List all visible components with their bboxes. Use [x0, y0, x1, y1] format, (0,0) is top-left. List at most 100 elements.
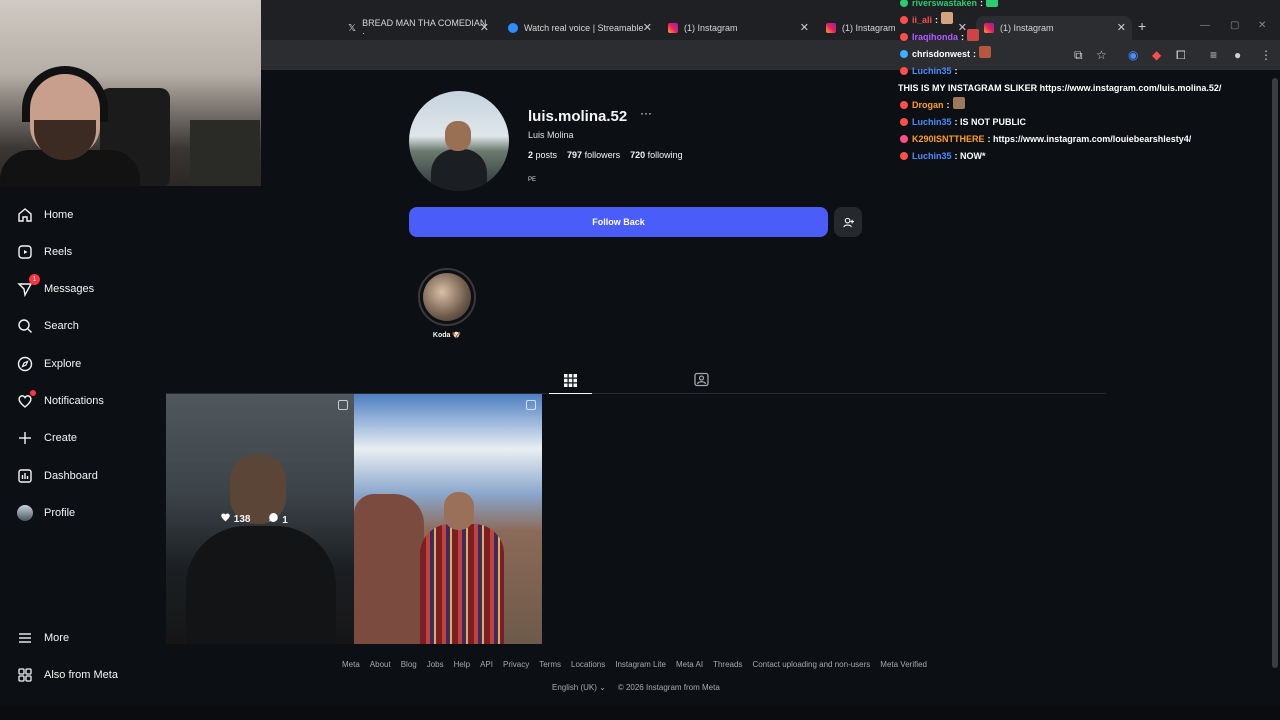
post-tile[interactable]: 138 1 — [166, 394, 354, 644]
posts-stat: 2 posts — [528, 150, 557, 160]
footer-link[interactable]: Contact uploading and non-users — [752, 660, 870, 669]
chat-username: riverswastaken — [912, 0, 978, 8]
chat-message: Iraqihonda: — [898, 29, 1258, 46]
footer-link[interactable]: Jobs — [427, 660, 444, 669]
emote-icon — [979, 46, 992, 58]
highlight-label: Koda 🐶 — [432, 332, 462, 339]
sidebar-item-dashboard[interactable]: Dashboard — [16, 466, 98, 486]
footer-link[interactable]: API — [480, 660, 493, 669]
kebab-menu-icon[interactable]: ⋮ — [1260, 48, 1272, 62]
post-tile[interactable] — [354, 394, 542, 644]
post-type-icon — [338, 400, 348, 410]
browser-tab[interactable]: 𝕏 BREAD MAN THA COMEDIAN · ✕ — [340, 16, 495, 40]
tab-label: BREAD MAN THA COMEDIAN · — [362, 18, 487, 38]
page-scrollbar[interactable] — [1272, 78, 1278, 668]
chat-username: Drogan — [912, 100, 944, 110]
footer-link[interactable]: Blog — [401, 660, 417, 669]
footer-link[interactable]: Help — [454, 660, 470, 669]
sidebar-item-label: Messages — [44, 283, 95, 295]
suggested-users-button[interactable] — [834, 207, 862, 237]
footer-link[interactable]: Threads — [713, 660, 742, 669]
follow-back-button[interactable]: Follow Back — [409, 207, 828, 237]
footer-link[interactable]: Terms — [539, 660, 561, 669]
notification-dot — [30, 390, 36, 396]
chat-message: Luchin35: NOW* — [898, 148, 1258, 165]
chat-message: riverswastaken: — [898, 0, 1258, 12]
comments-count: 1 — [282, 515, 288, 526]
avatar-figure-body — [431, 149, 487, 191]
instagram-icon — [826, 23, 836, 33]
likes-metric: 138 — [220, 512, 250, 526]
followers-label: followers — [584, 150, 621, 160]
chat-badge-icon — [900, 33, 908, 41]
sidebar-item-label: Reels — [44, 246, 73, 258]
tab-label: (1) Instagram — [684, 23, 738, 33]
sidebar-item-also-from-meta[interactable]: Also from Meta — [16, 665, 118, 685]
home-icon — [16, 206, 34, 224]
chat-username: chrisdonwest — [912, 49, 971, 59]
chevron-down-icon: ⌄ — [599, 683, 606, 692]
tab-posts[interactable] — [549, 367, 592, 394]
likes-count: 138 — [233, 514, 251, 525]
reels-icon — [16, 243, 34, 261]
tab-tagged[interactable] — [688, 367, 715, 391]
sidebar-item-search[interactable]: Search — [16, 316, 79, 336]
footer-link[interactable]: Locations — [571, 660, 605, 669]
sidebar-item-notifications[interactable]: Notifications — [16, 390, 104, 411]
chat-text: https://www.instagram.com/louiebearshles… — [993, 134, 1192, 144]
sidebar-item-label: Also from Meta — [44, 669, 118, 681]
chat-badge-icon — [900, 101, 908, 109]
chat-username: Luchin35 — [912, 117, 952, 127]
browser-tab[interactable]: Watch real voice | Streamable ✕ — [500, 16, 658, 40]
profile-username: luis.molina.52 — [528, 108, 628, 125]
close-tab-icon[interactable]: ✕ — [480, 21, 489, 34]
notification-badge: 1 — [29, 274, 40, 285]
tab-label: Watch real voice | Streamable — [524, 23, 644, 33]
sidebar-item-label: Notifications — [44, 395, 104, 407]
footer-link[interactable]: About — [370, 660, 391, 669]
menu-icon — [16, 629, 34, 647]
chat-message: K290ISNTTHERE: https://www.instagram.com… — [898, 131, 1258, 148]
sidebar-item-create[interactable]: Create — [16, 428, 77, 448]
background-object — [190, 120, 260, 186]
heart-icon — [16, 390, 36, 410]
sidebar-item-reels[interactable]: Reels — [16, 242, 72, 262]
close-tab-icon[interactable]: ✕ — [800, 21, 809, 34]
footer-links: Meta About Blog Jobs Help API Privacy Te… — [342, 660, 942, 669]
explore-icon — [16, 355, 34, 373]
sidebar-item-more[interactable]: More — [16, 628, 69, 648]
posts-label: posts — [535, 150, 558, 160]
sidebar-item-label: Search — [44, 320, 79, 332]
sidebar-item-explore[interactable]: Explore — [16, 354, 81, 374]
streamable-icon — [508, 23, 518, 33]
language-select[interactable]: English (UK) ⌄ — [552, 683, 606, 692]
footer-link[interactable]: Instagram Lite — [615, 660, 666, 669]
sidebar-item-home[interactable]: Home — [16, 205, 73, 225]
close-tab-icon[interactable]: ✕ — [643, 21, 652, 34]
footer-link[interactable]: Meta AI — [676, 660, 703, 669]
language-label: English (UK) — [552, 683, 597, 692]
browser-tab[interactable]: (1) Instagram ✕ — [660, 16, 815, 40]
footer-link[interactable]: Privacy — [503, 660, 529, 669]
chat-username: K290ISNTTHERE — [912, 134, 985, 144]
sidebar-item-messages[interactable]: 1 Messages — [16, 274, 95, 299]
profile-stats: 2 posts 797 followers 720 following — [528, 150, 683, 160]
sidebar-item-profile[interactable]: Profile — [16, 503, 75, 523]
post-metrics: 138 1 — [220, 512, 288, 526]
avatar-icon — [16, 504, 34, 522]
sidebar: Home Reels 1 Messages Search Explore Not… — [0, 186, 166, 720]
more-options-icon[interactable]: ··· — [640, 106, 652, 120]
profile-avatar[interactable] — [409, 91, 509, 191]
chat-badge-icon — [900, 50, 908, 58]
followers-count: 797 — [567, 150, 583, 160]
emote-icon — [941, 12, 954, 24]
close-window-icon[interactable]: ✕ — [1258, 20, 1266, 31]
followers-stat[interactable]: 797 followers — [567, 150, 620, 160]
post-figure-poncho — [420, 524, 504, 644]
following-stat[interactable]: 720 following — [630, 150, 683, 160]
heart-icon — [221, 513, 230, 522]
footer-link[interactable]: Meta Verified — [880, 660, 927, 669]
chat-message: Luchin35: THIS IS MY INSTAGRAM SLIKER ht… — [898, 63, 1258, 97]
footer-link[interactable]: Meta — [342, 660, 360, 669]
story-highlight[interactable] — [418, 268, 476, 326]
